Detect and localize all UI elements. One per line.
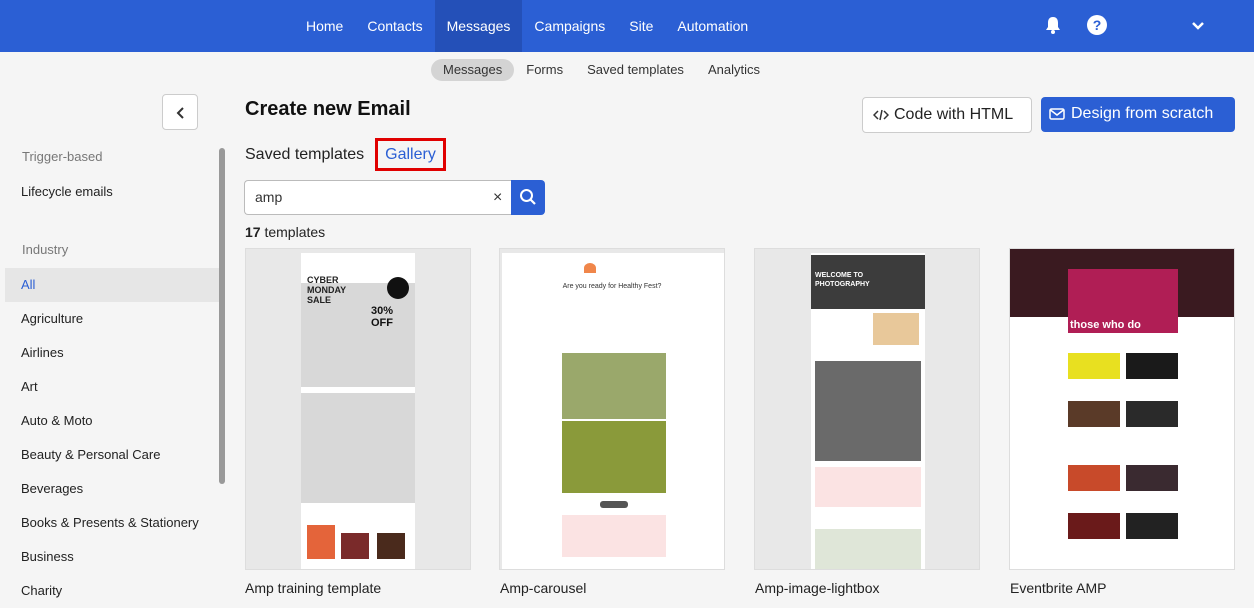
templates-count-number: 17 — [245, 224, 261, 240]
sidebar-item-airlines[interactable]: Airlines — [5, 336, 219, 370]
template-card-amp-carousel[interactable]: Are you ready for Healthy Fest? — [499, 248, 725, 570]
template-name: Amp training template — [245, 580, 382, 596]
template-preview: WELCOME TO PHOTOGRAPHY — [811, 253, 925, 569]
event-image — [1068, 353, 1120, 379]
collapse-sidebar-button[interactable] — [162, 94, 198, 130]
template-preview: those who do — [1010, 249, 1234, 569]
nav-messages[interactable]: Messages — [434, 0, 523, 52]
sub-navigation: Messages Forms Saved templates Analytics — [431, 59, 772, 81]
template-name: Eventbrite AMP — [1010, 580, 1107, 596]
search-button[interactable] — [511, 180, 545, 215]
templates-count: 17 templates — [245, 224, 325, 240]
thumb-headline: CYBER MONDAY SALE — [307, 275, 347, 305]
search-box: × — [244, 180, 512, 215]
sidebar-item-all[interactable]: All — [5, 268, 219, 302]
design-from-scratch-label: Design from scratch — [1071, 105, 1214, 122]
event-image — [1068, 465, 1120, 491]
sidebar-item-books[interactable]: Books & Presents & Stationery — [5, 506, 219, 540]
sidebar-item-charity[interactable]: Charity — [5, 574, 219, 608]
code-with-html-label: Code with HTML — [894, 106, 1014, 123]
bell-icon[interactable] — [1044, 16, 1062, 34]
help-icon[interactable]: ? — [1087, 15, 1107, 35]
today-only-badge-icon — [387, 277, 409, 299]
nav-site[interactable]: Site — [617, 0, 665, 52]
thumb-info-box — [562, 515, 666, 557]
chevron-left-icon — [176, 107, 184, 119]
sidebar-heading-trigger: Trigger-based — [22, 149, 103, 164]
nav-campaigns[interactable]: Campaigns — [522, 0, 617, 52]
event-image — [1068, 401, 1120, 427]
tab-saved-templates[interactable]: Saved templates — [245, 146, 364, 164]
portrait-image — [873, 313, 919, 345]
template-card-amp-image-lightbox[interactable]: WELCOME TO PHOTOGRAPHY — [754, 248, 980, 570]
product-card-image — [341, 533, 369, 559]
search-icon — [520, 189, 536, 205]
tab-gallery[interactable]: Gallery — [375, 138, 446, 171]
top-navigation-bar: Home Contacts Messages Campaigns Site Au… — [0, 0, 1254, 52]
template-preview: CYBER MONDAY SALE 30% OFF — [301, 253, 415, 569]
sidebar-item-lifecycle-emails[interactable]: Lifecycle emails — [5, 175, 219, 209]
sidebar-scrollbar[interactable] — [219, 148, 225, 484]
chevron-down-icon[interactable] — [1190, 18, 1206, 34]
thumb-info-box — [815, 467, 921, 507]
nav-contacts[interactable]: Contacts — [355, 0, 434, 52]
event-image — [1126, 401, 1178, 427]
event-image — [1126, 465, 1178, 491]
product-card-image — [377, 533, 405, 559]
template-name: Amp-image-lightbox — [755, 580, 880, 596]
search-input[interactable] — [255, 189, 475, 205]
subnav-analytics[interactable]: Analytics — [696, 59, 772, 81]
sidebar-item-beverages[interactable]: Beverages — [5, 472, 219, 506]
event-image — [1126, 353, 1178, 379]
subnav-saved-templates[interactable]: Saved templates — [575, 59, 696, 81]
product-card-image — [307, 525, 335, 559]
thumb-headline: Are you ready for Healthy Fest? — [562, 283, 662, 290]
envelope-icon — [1049, 108, 1065, 120]
sidebar-item-beauty[interactable]: Beauty & Personal Care — [5, 438, 219, 472]
nav-automation[interactable]: Automation — [665, 0, 760, 52]
sidebar-item-auto-moto[interactable]: Auto & Moto — [5, 404, 219, 438]
subnav-forms[interactable]: Forms — [514, 59, 575, 81]
sweater-image — [301, 393, 415, 503]
template-card-eventbrite-amp[interactable]: those who do — [1009, 248, 1235, 570]
template-name: Amp-carousel — [500, 580, 587, 596]
yoga-image — [562, 421, 666, 493]
thumb-headline: WELCOME TO PHOTOGRAPHY — [815, 272, 870, 288]
event-image — [1068, 513, 1120, 539]
template-preview: Are you ready for Healthy Fest? — [502, 253, 724, 569]
nav-home[interactable]: Home — [294, 0, 355, 52]
clear-search-icon[interactable]: × — [493, 189, 502, 207]
main-menu: Home Contacts Messages Campaigns Site Au… — [294, 0, 760, 52]
map-image — [815, 529, 921, 569]
salad-image — [562, 353, 666, 419]
code-with-html-button[interactable]: Code with HTML — [862, 97, 1032, 133]
sidebar-item-agriculture[interactable]: Agriculture — [5, 302, 219, 336]
page-title: Create new Email — [245, 98, 411, 120]
portfolio-grid-image — [815, 361, 921, 461]
design-from-scratch-button[interactable]: Design from scratch — [1041, 97, 1235, 132]
lotus-logo-icon — [584, 263, 596, 273]
sidebar-heading-industry: Industry — [22, 242, 69, 257]
thumb-offer: 30% OFF — [371, 305, 394, 329]
event-image — [1126, 513, 1178, 539]
code-icon — [873, 109, 889, 121]
thumb-headline: those who do — [1070, 319, 1141, 331]
sidebar-item-art[interactable]: Art — [5, 370, 219, 404]
templates-count-suffix: templates — [260, 224, 326, 240]
sidebar-item-business[interactable]: Business — [5, 540, 219, 574]
template-card-amp-training[interactable]: CYBER MONDAY SALE 30% OFF — [245, 248, 471, 570]
thumb-button — [600, 501, 628, 508]
subnav-messages[interactable]: Messages — [431, 59, 515, 81]
